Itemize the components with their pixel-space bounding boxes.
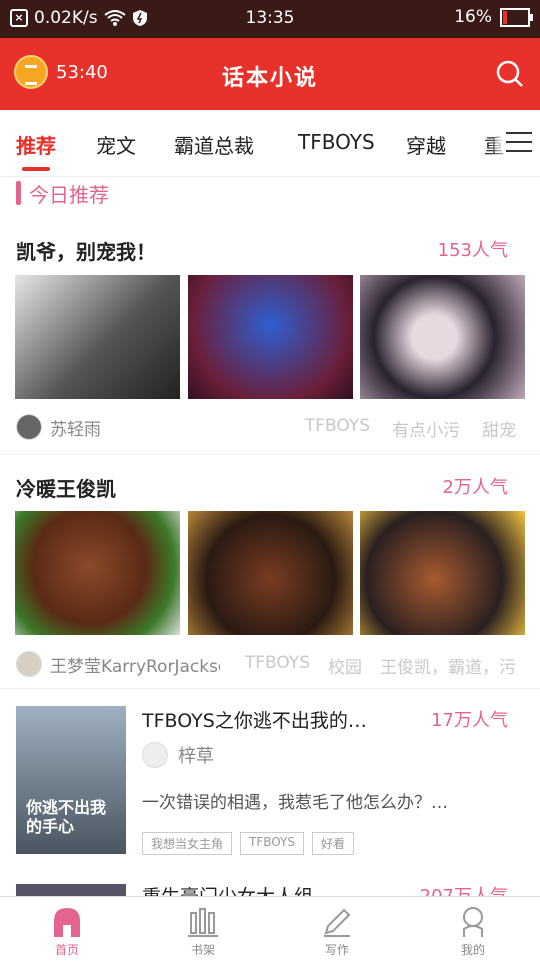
story-image-1 — [15, 511, 180, 635]
book-cover: 你逃不出我的手心 — [16, 706, 126, 854]
nav-profile[interactable]: 我的 — [428, 905, 518, 958]
section-header: 今日推荐 — [16, 180, 109, 207]
story-image-1 — [15, 275, 180, 399]
nav-write[interactable]: 写作 — [292, 905, 382, 958]
nav-label: 书架 — [190, 943, 215, 957]
nav-label: 我的 — [460, 943, 485, 957]
tag[interactable]: TFBOYS — [305, 416, 370, 441]
profile-icon — [463, 907, 483, 937]
cover-text: 你逃不出我的手心 — [26, 798, 107, 836]
story-popularity: 2万人气 — [442, 477, 508, 498]
author-name: 王梦莹KarryRorJacksc — [50, 656, 220, 677]
timer-coin-icon — [14, 55, 48, 89]
tab-recommend[interactable]: 推荐 — [16, 130, 56, 171]
book-author[interactable]: 梓草 — [142, 742, 214, 768]
battery-icon — [500, 7, 533, 27]
nav-bookshelf[interactable]: 书架 — [158, 905, 248, 958]
battery-percent: 16% — [454, 7, 492, 27]
tag[interactable]: TFBOYS — [245, 653, 310, 678]
story-tags: TFBOYS 有点小污 甜宠 — [305, 416, 516, 441]
tab-ceo[interactable]: 霸道总裁 — [174, 130, 254, 159]
book-tags: 我想当女主角 TFBOYS 好看 — [142, 832, 355, 855]
tag[interactable]: 好看 — [312, 832, 355, 855]
tab-time-travel[interactable]: 穿越 — [406, 130, 446, 159]
section-title: 今日推荐 — [29, 182, 109, 207]
story-author[interactable]: 王梦莹KarryRorJacksc — [16, 651, 220, 677]
tab-pampering[interactable]: 宠文 — [96, 130, 136, 159]
tag[interactable]: 校园 — [328, 653, 362, 678]
story-image-2 — [188, 275, 353, 399]
tag[interactable]: 甜宠 — [482, 416, 516, 441]
category-tabs: 推荐 宠文 霸道总裁 TFBOYS 穿越 重 — [0, 110, 540, 177]
story-image-3 — [360, 511, 525, 635]
tag[interactable]: 王俊凯，霸道，污 — [380, 653, 516, 678]
nav-home[interactable]: 首页 — [22, 905, 112, 958]
story-author[interactable]: 苏轻雨 — [16, 414, 101, 440]
story-card[interactable]: 凯爷，别宠我！ 153人气 苏轻雨 TFBOYS 有点小污 甜宠 — [0, 216, 540, 455]
author-name: 梓草 — [178, 746, 214, 767]
timer-value: 53:40 — [56, 61, 108, 83]
nav-label: 写作 — [324, 943, 349, 957]
story-image-2 — [188, 511, 353, 635]
tag[interactable]: 我想当女主角 — [142, 832, 233, 855]
book-popularity: 17万人气 — [431, 710, 508, 731]
tab-tfboys[interactable]: TFBOYS — [298, 130, 375, 154]
pen-icon — [324, 908, 351, 937]
search-icon[interactable] — [496, 60, 524, 88]
avatar — [16, 651, 42, 677]
nav-label: 首页 — [54, 943, 79, 957]
status-bar: × 0.02K/s 13:35 16% — [0, 0, 540, 38]
story-title: 冷暖王俊凯 — [16, 477, 116, 501]
author-name: 苏轻雨 — [50, 419, 101, 440]
battery-level — [503, 10, 508, 24]
story-popularity: 153人气 — [437, 240, 508, 261]
tag[interactable]: TFBOYS — [240, 832, 305, 855]
tag[interactable]: 有点小污 — [392, 416, 460, 441]
avatar — [16, 414, 42, 440]
avatar — [142, 742, 168, 768]
section-bar — [16, 181, 21, 205]
tab-rebirth[interactable]: 重 — [484, 130, 504, 159]
story-card[interactable]: 冷暖王俊凯 2万人气 王梦莹KarryRorJacksc TFBOYS 校园 王… — [0, 455, 540, 689]
story-tags: TFBOYS 校园 王俊凯，霸道，污 — [245, 653, 516, 678]
menu-icon[interactable] — [506, 132, 532, 154]
bottom-nav: 首页 书架 写作 我的 — [0, 896, 540, 961]
book-description: 一次错误的相遇，我惹毛了他怎么办？… — [142, 793, 448, 813]
reading-timer[interactable]: 53:40 — [14, 55, 108, 89]
home-icon — [54, 908, 80, 937]
story-title: 凯爷，别宠我！ — [16, 240, 156, 264]
book-title: TFBOYS之你逃不出我的… — [142, 710, 367, 732]
bookshelf-icon — [188, 908, 218, 937]
app-header: 53:40 话本小说 — [0, 38, 540, 110]
story-image-3 — [360, 275, 525, 399]
